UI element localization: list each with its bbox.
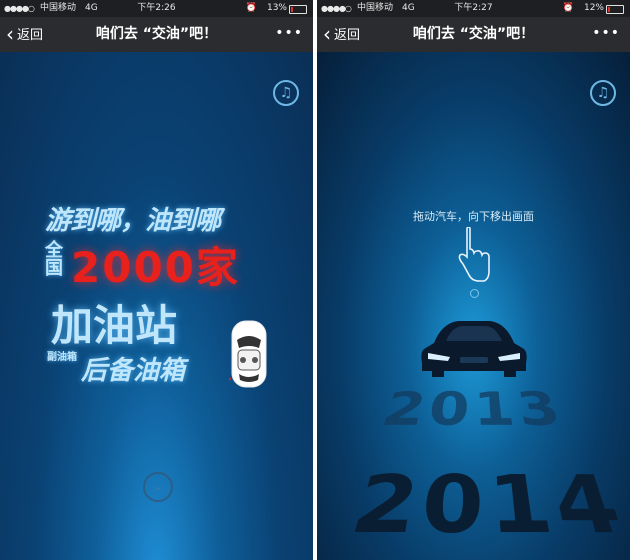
more-menu-button[interactable]: ••• xyxy=(592,17,620,50)
battery-percent: 12% xyxy=(583,3,604,13)
status-bar: ●●●●○ 中国移动 4G 下午2:27 ⏰ 12% xyxy=(317,0,630,17)
alarm-icon: ⏰ xyxy=(245,3,257,13)
headline-small-text: 副油箱 xyxy=(47,352,77,363)
h5-poster-page: ♫ 游到哪，油到哪 全国 2000家 加油站 副油箱 后备油箱 ⌄ xyxy=(0,52,313,560)
battery-icon xyxy=(606,5,624,14)
page-title: 咱们去 “交油”吧！ xyxy=(95,26,218,42)
h5-drag-page: ♫ 拖动汽车，向下移出画面 2013 2014 xyxy=(317,52,630,560)
battery-percent: 13% xyxy=(266,3,287,13)
year-2013-text: 2013 xyxy=(374,383,573,438)
scroll-down-icon[interactable]: ⌄ xyxy=(143,472,173,502)
promo-headline: 游到哪，油到哪 全国 2000家 加油站 副油箱 后备油箱 xyxy=(45,200,285,400)
swipe-down-hand-icon xyxy=(458,227,490,282)
drag-hint-text: 拖动汽车，向下移出画面 xyxy=(413,210,534,223)
drag-target-indicator xyxy=(470,289,479,298)
phone-screen-left: ●●●●○ 中国移动 4G 下午2:26 ⏰ 13% ‹ 返回 咱们去 “交油”吧… xyxy=(0,0,313,560)
more-menu-button[interactable]: ••• xyxy=(275,17,303,50)
page-title: 咱们去 “交油”吧！ xyxy=(412,26,535,42)
status-bar: ●●●●○ 中国移动 4G 下午2:26 ⏰ 13% xyxy=(0,0,313,17)
draggable-car-icon[interactable] xyxy=(420,317,528,379)
headline-quanguo: 全国 xyxy=(45,240,63,279)
battery-icon xyxy=(289,5,307,14)
wechat-nav-bar: ‹ 返回 咱们去 “交油”吧！ ••• xyxy=(317,17,630,52)
alarm-icon: ⏰ xyxy=(562,3,574,13)
headline-line-1: 游到哪，油到哪 xyxy=(45,206,221,236)
wechat-nav-bar: ‹ 返回 咱们去 “交油”吧！ ••• xyxy=(0,17,313,52)
music-toggle-icon[interactable]: ♫ xyxy=(273,80,299,106)
phone-screen-right: ●●●●○ 中国移动 4G 下午2:27 ⏰ 12% ‹ 返回 咱们去 “交油”吧… xyxy=(317,0,630,560)
music-toggle-icon[interactable]: ♫ xyxy=(590,80,616,106)
car-top-view-icon xyxy=(229,320,267,388)
year-2014-text: 2014 xyxy=(340,460,630,555)
headline-line-3: 加油站 xyxy=(51,301,178,350)
headline-line-4: 后备油箱 xyxy=(81,356,186,386)
headline-station-count: 2000家 xyxy=(71,243,240,292)
